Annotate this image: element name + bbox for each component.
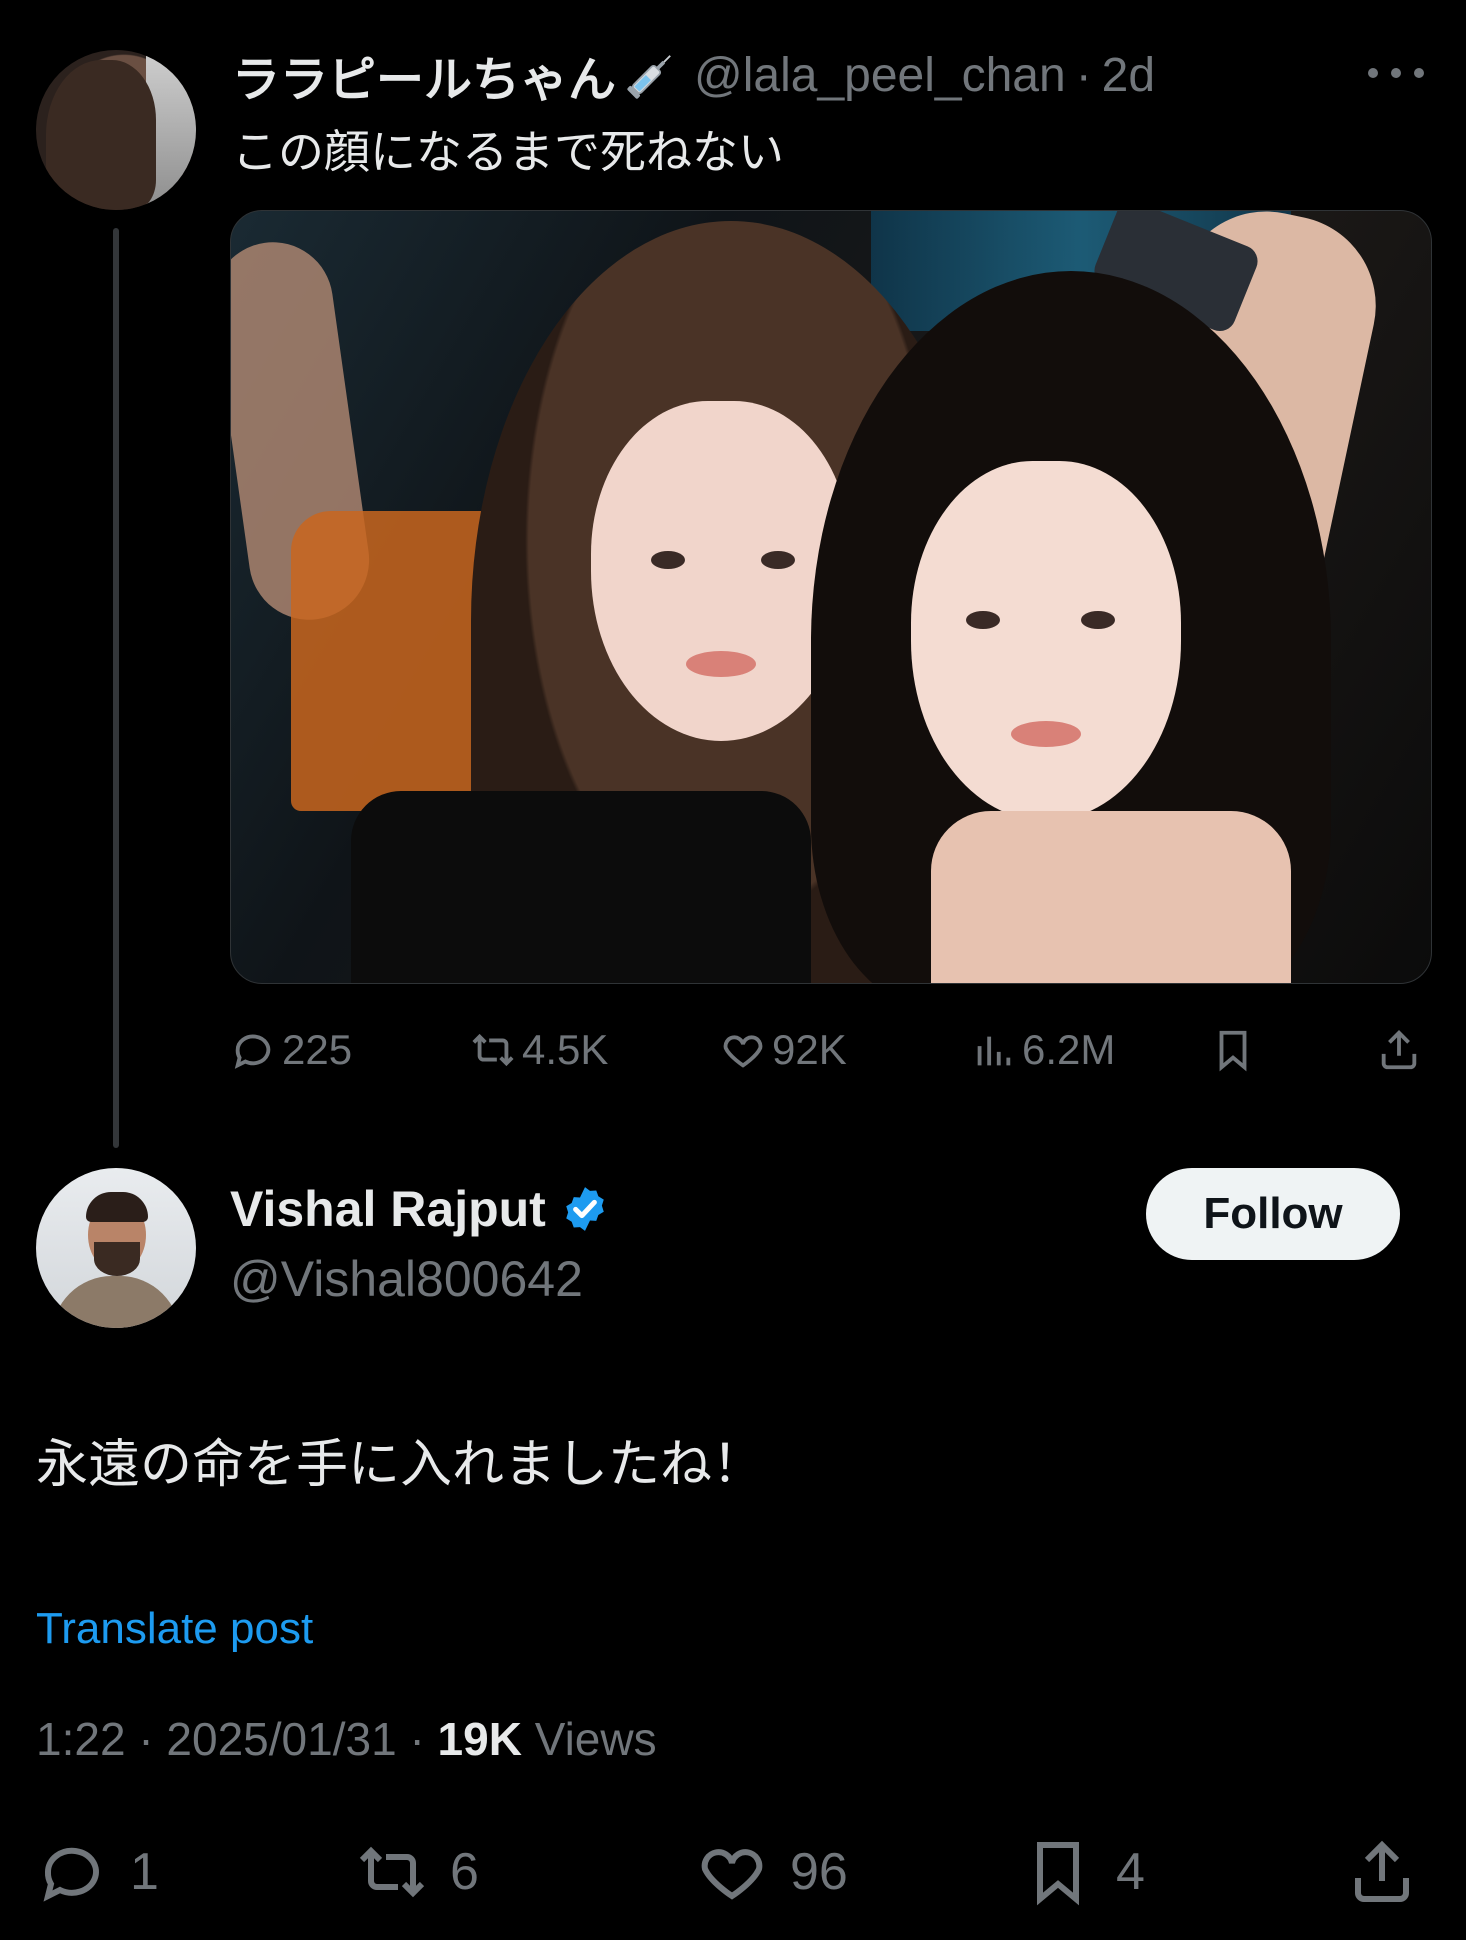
more-icon[interactable]	[1368, 60, 1424, 86]
like-icon	[723, 1035, 763, 1068]
like-count: 96	[790, 1843, 848, 1901]
bookmark-button[interactable]: 4	[1022, 1832, 1145, 1912]
parent-post-text: この顔になるまで死ねない	[232, 126, 784, 178]
views-button[interactable]: 6.2M	[970, 1020, 1115, 1080]
separator: ·	[409, 1713, 425, 1765]
bookmark-icon	[1219, 1030, 1247, 1072]
views-count: 19K	[437, 1713, 522, 1765]
bookmark-icon	[1037, 1842, 1079, 1906]
bookmark-count: 4	[1116, 1843, 1145, 1901]
handle[interactable]: @Vishal800642	[230, 1250, 583, 1308]
reply-author: Vishal Rajput	[230, 1180, 610, 1238]
post-meta: 1:22 · 2025/01/31 · 19K Views	[36, 1712, 657, 1766]
reply-icon	[43, 1847, 99, 1902]
separator: ·	[1075, 48, 1092, 102]
parent-post-header: ララピールちゃん @lala_peel_chan · 2d	[232, 40, 1155, 110]
repost-icon	[472, 1033, 514, 1067]
share-button[interactable]	[1346, 1832, 1440, 1912]
share-icon	[1355, 1840, 1409, 1902]
reply-button[interactable]: 1	[36, 1832, 159, 1912]
reply-icon	[234, 1034, 271, 1069]
reply-count: 225	[282, 1026, 353, 1073]
post-date[interactable]: 2025/01/31	[166, 1713, 396, 1765]
like-button[interactable]: 96	[696, 1832, 848, 1912]
like-button[interactable]: 92K	[720, 1020, 847, 1080]
like-count: 92K	[772, 1026, 847, 1073]
share-icon	[1381, 1030, 1417, 1070]
like-icon	[701, 1849, 763, 1900]
avatar[interactable]	[36, 50, 196, 210]
display-name[interactable]: Vishal Rajput	[230, 1180, 546, 1238]
post-time[interactable]: 1:22	[36, 1713, 126, 1765]
repost-count: 6	[450, 1843, 479, 1901]
follow-button[interactable]: Follow	[1146, 1168, 1400, 1260]
share-button[interactable]	[1376, 1020, 1428, 1080]
views-label: Views	[534, 1713, 657, 1765]
repost-button[interactable]: 6	[356, 1832, 479, 1912]
syringe-icon	[627, 55, 671, 99]
repost-count: 4.5K	[522, 1026, 609, 1073]
views-icon	[977, 1036, 1011, 1066]
verified-badge-icon	[566, 1187, 604, 1231]
post-detail-page: ララピールちゃん @lala_peel_chan · 2d この顔になるまで死ね…	[0, 0, 1466, 1940]
repost-button[interactable]: 4.5K	[470, 1020, 608, 1080]
thread-connector	[113, 228, 119, 1148]
parent-post-actions: 225 4.5K 92K 6.2M	[230, 1020, 1430, 1080]
reply-post-actions: 1 6 96 4	[36, 1832, 1436, 1912]
avatar[interactable]	[36, 1168, 196, 1328]
display-name[interactable]: ララピールちゃん	[232, 40, 616, 110]
reply-post-text: 永遠の命を手に入れましたね！	[36, 1436, 765, 1494]
post-image[interactable]	[230, 210, 1432, 984]
separator: ·	[138, 1713, 154, 1765]
translate-post-link[interactable]: Translate post	[36, 1604, 313, 1654]
repost-icon	[359, 1846, 425, 1898]
views-count: 6.2M	[1022, 1026, 1116, 1073]
handle[interactable]: @lala_peel_chan	[694, 48, 1066, 103]
bookmark-button[interactable]	[1210, 1020, 1262, 1080]
reply-button[interactable]: 225	[230, 1020, 352, 1080]
timestamp[interactable]: 2d	[1102, 48, 1155, 103]
reply-count: 1	[130, 1843, 159, 1901]
